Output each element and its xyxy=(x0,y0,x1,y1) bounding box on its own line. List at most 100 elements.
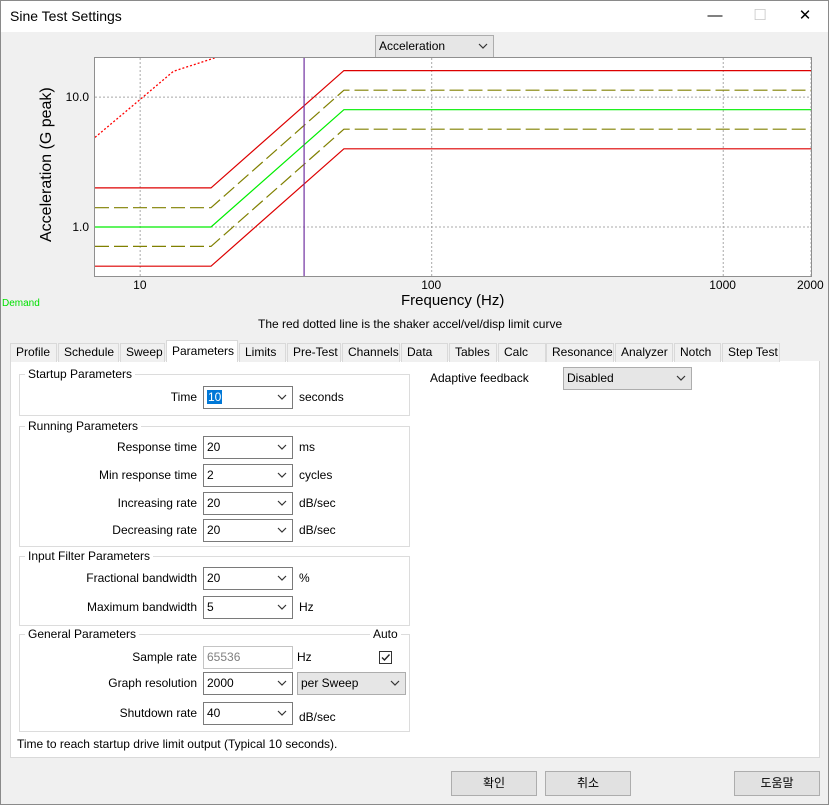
graph-resolution-value: 2000 xyxy=(207,676,234,690)
tab-limits[interactable]: Limits xyxy=(239,343,286,362)
sample-rate-label: Sample rate xyxy=(132,650,197,664)
increasing-rate-input[interactable]: 20 xyxy=(203,492,293,515)
chart-svg xyxy=(94,57,812,276)
x-tick-label: 10 xyxy=(133,278,147,292)
chevron-down-icon xyxy=(277,703,287,724)
sample-rate-value: 65536 xyxy=(207,650,241,664)
graph-resolution-input[interactable]: 2000 xyxy=(203,672,293,695)
increasing-rate-unit: dB/sec xyxy=(299,496,336,510)
chevron-down-icon xyxy=(277,465,287,486)
check-icon xyxy=(381,654,391,662)
graph-mode-select[interactable]: Acceleration xyxy=(375,35,494,58)
x-tick-label: 1000 xyxy=(709,278,736,292)
tab-data[interactable]: Data xyxy=(401,343,448,362)
tab-profile[interactable]: Profile xyxy=(10,343,57,362)
auto-checkbox[interactable] xyxy=(379,651,392,664)
response-time-unit: ms xyxy=(299,440,315,454)
fractional-bandwidth-input[interactable]: 20 xyxy=(203,567,293,590)
response-time-label: Response time xyxy=(116,440,197,454)
general-parameters-title: General Parameters xyxy=(25,627,140,641)
input-filter-title: Input Filter Parameters xyxy=(25,549,154,563)
min-response-label: Min response time xyxy=(98,468,197,482)
maximum-bandwidth-unit: Hz xyxy=(299,600,314,614)
sample-rate-unit: Hz xyxy=(297,650,312,664)
decreasing-rate-unit: dB/sec xyxy=(299,523,336,537)
maximum-bandwidth-label: Maximum bandwidth xyxy=(86,600,197,614)
legend-demand: Demand xyxy=(2,298,40,309)
tab-tables[interactable]: Tables xyxy=(449,343,497,362)
decreasing-rate-label: Decreasing rate xyxy=(112,523,197,537)
cancel-button[interactable]: 취소 xyxy=(545,771,631,796)
tab-step-test[interactable]: Step Test xyxy=(722,343,780,362)
min-response-input[interactable]: 2 xyxy=(203,464,293,487)
time-input[interactable]: 10 xyxy=(203,386,293,409)
graph-resolution-mode-select[interactable]: per Sweep xyxy=(297,672,406,695)
limit-curve-note: The red dotted line is the shaker accel/… xyxy=(258,317,563,331)
adaptive-feedback-label: Adaptive feedback xyxy=(430,371,529,385)
sample-rate-input: 65536 xyxy=(203,646,293,669)
min-response-unit: cycles xyxy=(299,468,333,482)
decreasing-rate-input[interactable]: 20 xyxy=(203,519,293,542)
fractional-bandwidth-unit: % xyxy=(299,571,310,585)
ok-button[interactable]: 확인 xyxy=(451,771,537,796)
title-bar: Sine Test Settings — ☐ ✕ xyxy=(0,0,829,32)
tab-parameters[interactable]: Parameters xyxy=(166,340,238,362)
shutdown-rate-label: Shutdown rate xyxy=(119,706,197,720)
fractional-bandwidth-label: Fractional bandwidth xyxy=(86,571,197,585)
time-label: Time xyxy=(170,390,197,404)
tab-resonance[interactable]: Resonance xyxy=(546,343,614,362)
response-time-input[interactable]: 20 xyxy=(203,436,293,459)
minimize-button[interactable]: — xyxy=(692,0,738,32)
tab-notch[interactable]: Notch xyxy=(674,343,721,362)
chevron-down-icon xyxy=(478,36,488,57)
time-unit: seconds xyxy=(299,390,344,404)
chevron-down-icon xyxy=(277,673,287,694)
min-response-value: 2 xyxy=(207,468,214,482)
adaptive-feedback-select[interactable]: Disabled xyxy=(563,367,692,390)
chevron-down-icon xyxy=(676,368,686,389)
time-value: 10 xyxy=(207,390,223,404)
tab-channels[interactable]: Channels xyxy=(342,343,400,362)
help-button[interactable]: 도움말 xyxy=(734,771,820,796)
chevron-down-icon xyxy=(277,437,287,458)
shutdown-rate-unit: dB/sec xyxy=(299,710,336,724)
chevron-down-icon xyxy=(277,520,287,541)
chevron-down-icon xyxy=(277,387,287,408)
increasing-rate-label: Increasing rate xyxy=(117,496,197,510)
x-axis-label: Frequency (Hz) xyxy=(401,292,505,309)
series-shaker-limit-line xyxy=(94,57,215,138)
y-axis-label: Acceleration (G peak) xyxy=(38,87,55,242)
window-title: Sine Test Settings xyxy=(10,8,122,24)
shutdown-rate-input[interactable]: 40 xyxy=(203,702,293,725)
tab-analyzer[interactable]: Analyzer xyxy=(615,343,673,362)
tab-pre-test[interactable]: Pre-Test xyxy=(287,343,341,362)
shutdown-rate-value: 40 xyxy=(207,706,221,720)
chevron-down-icon xyxy=(277,597,287,618)
status-hint-text: Time to reach startup drive limit output… xyxy=(17,737,338,751)
maximize-button: ☐ xyxy=(753,7,767,24)
fractional-bandwidth-value: 20 xyxy=(207,571,221,585)
adaptive-feedback-value: Disabled xyxy=(567,371,614,385)
y-tick-label: 1.0 xyxy=(72,220,89,235)
y-tick-label: 10.0 xyxy=(65,90,89,105)
tab-calc[interactable]: Calc xyxy=(498,343,546,362)
auto-label: Auto xyxy=(370,627,401,641)
tab-sweep[interactable]: Sweep xyxy=(120,343,165,362)
series-demand-line xyxy=(95,109,811,228)
maximum-bandwidth-value: 5 xyxy=(207,600,214,614)
tab-schedule[interactable]: Schedule xyxy=(58,343,119,362)
chart-plot-area xyxy=(94,57,812,277)
increasing-rate-value: 20 xyxy=(207,496,221,510)
graph-mode-value: Acceleration xyxy=(379,39,446,53)
graph-resolution-mode-value: per Sweep xyxy=(301,676,359,690)
chevron-down-icon xyxy=(277,568,287,589)
response-time-value: 20 xyxy=(207,440,221,454)
x-tick-label: 2000 xyxy=(797,278,824,292)
graph-resolution-label: Graph resolution xyxy=(108,676,197,690)
decreasing-rate-value: 20 xyxy=(207,523,221,537)
close-button[interactable]: ✕ xyxy=(782,0,828,32)
x-tick-label: 100 xyxy=(421,278,442,292)
maximum-bandwidth-input[interactable]: 5 xyxy=(203,596,293,619)
running-parameters-title: Running Parameters xyxy=(25,419,142,433)
chevron-down-icon xyxy=(390,673,400,694)
